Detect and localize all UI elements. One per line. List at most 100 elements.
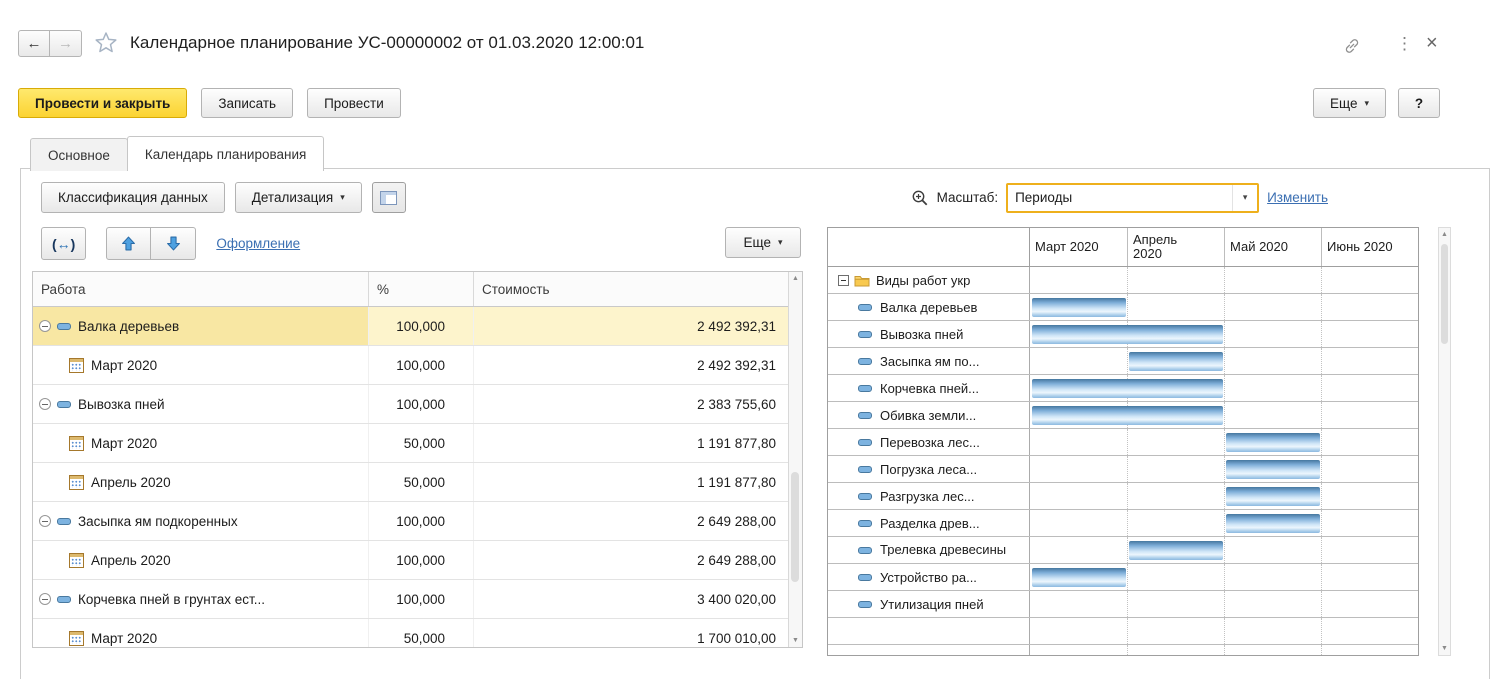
collapse-icon[interactable]: [39, 398, 51, 410]
task-icon: [858, 385, 872, 392]
work-cell: Март 2020: [33, 346, 369, 384]
table-row[interactable]: Апрель 202050,0001 191 877,80: [33, 463, 802, 502]
gantt-row[interactable]: Трелевка древесины: [828, 537, 1418, 564]
gantt-scrollbar[interactable]: ▲ ▼: [1438, 227, 1451, 656]
calendar-icon: [69, 631, 84, 646]
task-icon: [858, 439, 872, 446]
gantt-bar[interactable]: [1032, 568, 1126, 587]
gantt-row[interactable]: Обивка земли...: [828, 402, 1418, 429]
collapse-icon[interactable]: [39, 320, 51, 332]
gantt-grid-line: [1127, 645, 1128, 656]
cost-cell: 2 492 392,31: [474, 346, 802, 384]
gantt-bar[interactable]: [1032, 379, 1223, 398]
grid-more-button[interactable]: Еще▾: [725, 227, 801, 258]
help-button[interactable]: ?: [1398, 88, 1440, 118]
zoom-in-icon[interactable]: [911, 189, 929, 207]
gantt-row-group[interactable]: Виды работ укр: [828, 267, 1418, 294]
post-button[interactable]: Провести: [307, 88, 401, 118]
gantt-task-label: Трелевка древесины: [828, 537, 1030, 563]
gantt-grid-line: [1224, 564, 1225, 590]
table-row[interactable]: Март 202050,0001 191 877,80: [33, 424, 802, 463]
data-classification-button[interactable]: Классификация данных: [41, 182, 225, 213]
close-icon[interactable]: ×: [1426, 32, 1438, 55]
layout-toggle-button[interactable]: [372, 182, 406, 213]
gantt-row[interactable]: Разгрузка лес...: [828, 483, 1418, 510]
detailing-button[interactable]: Детализация▾: [235, 182, 362, 213]
table-row[interactable]: Засыпка ям подкоренных100,0002 649 288,0…: [33, 502, 802, 541]
task-icon: [57, 401, 71, 408]
change-link[interactable]: Изменить: [1267, 190, 1328, 205]
table-row[interactable]: Корчевка пней в грунтах ест...100,0003 4…: [33, 580, 802, 619]
gantt-row[interactable]: Погрузка леса...: [828, 456, 1418, 483]
back-button[interactable]: ←: [18, 30, 50, 57]
gantt-row[interactable]: Перевозка лес...: [828, 429, 1418, 456]
more-button[interactable]: Еще▾: [1313, 88, 1386, 118]
work-table-scrollbar[interactable]: ▲ ▼: [788, 272, 802, 647]
gantt-bar[interactable]: [1032, 298, 1126, 317]
gantt-body: Виды работ укрВалка деревьевВывозка пней…: [828, 267, 1418, 656]
table-row[interactable]: Валка деревьев100,0002 492 392,31: [33, 307, 802, 346]
gantt-task-label: Разгрузка лес...: [828, 483, 1030, 509]
gantt-bar[interactable]: [1032, 325, 1223, 344]
table-row[interactable]: Вывозка пней100,0002 383 755,60: [33, 385, 802, 424]
tab-calendar-planning[interactable]: Календарь планирования: [127, 136, 324, 171]
gantt-bar[interactable]: [1129, 541, 1223, 560]
table-row[interactable]: Март 2020100,0002 492 392,31: [33, 346, 802, 385]
gantt-bar[interactable]: [1226, 487, 1320, 506]
gantt-row[interactable]: Утилизация пней: [828, 591, 1418, 618]
tab-main[interactable]: Основное: [30, 138, 128, 171]
gantt-task-label: Перевозка лес...: [828, 429, 1030, 455]
combo-dropdown-button[interactable]: ▾: [1232, 185, 1257, 211]
scrollbar-thumb[interactable]: [791, 472, 799, 582]
calendar-icon: [69, 475, 84, 490]
gantt-task-label: Корчевка пней...: [828, 375, 1030, 401]
gantt-bar[interactable]: [1129, 352, 1223, 371]
gantt-bar[interactable]: [1226, 433, 1320, 452]
table-row[interactable]: Апрель 2020100,0002 649 288,00: [33, 541, 802, 580]
gantt-row[interactable]: Разделка древ...: [828, 510, 1418, 537]
scroll-up-icon[interactable]: ▲: [1439, 231, 1450, 238]
gantt-row[interactable]: Устройство ра...: [828, 564, 1418, 591]
scroll-down-icon[interactable]: ▼: [789, 637, 802, 644]
gantt-grid-line: [1321, 564, 1322, 590]
move-up-button[interactable]: [106, 227, 151, 260]
scrollbar-thumb[interactable]: [1441, 244, 1448, 344]
gantt-bar[interactable]: [1226, 514, 1320, 533]
gantt-row[interactable]: Валка деревьев: [828, 294, 1418, 321]
gantt-grid-line: [1321, 375, 1322, 401]
gantt-row[interactable]: Вывозка пней: [828, 321, 1418, 348]
intervals-button[interactable]: (↔): [41, 227, 86, 260]
forward-button[interactable]: →: [50, 30, 82, 57]
column-header-work[interactable]: Работа: [33, 272, 369, 306]
gantt-grid-line: [1321, 429, 1322, 455]
work-cell: Апрель 2020: [33, 541, 369, 579]
collapse-icon[interactable]: [39, 515, 51, 527]
move-down-button[interactable]: [151, 227, 196, 260]
work-cell: Валка деревьев: [33, 307, 369, 345]
gantt-empty-row: [828, 618, 1418, 645]
gantt-grid-line: [1127, 294, 1128, 320]
post-and-close-button[interactable]: Провести и закрыть: [18, 88, 187, 118]
favorite-star-icon[interactable]: [94, 31, 118, 54]
column-header-cost[interactable]: Стоимость: [474, 272, 802, 306]
gantt-group-label: Виды работ укр: [828, 267, 1030, 293]
gantt-grid-line: [1127, 348, 1128, 374]
formatting-link[interactable]: Оформление: [216, 236, 300, 251]
gantt-task-label: [828, 645, 1030, 656]
gantt-bar[interactable]: [1032, 406, 1223, 425]
write-button[interactable]: Записать: [201, 88, 293, 118]
more-menu-icon[interactable]: ⋮: [1396, 34, 1413, 54]
task-icon: [858, 304, 872, 311]
collapse-icon[interactable]: [838, 275, 849, 286]
scale-select[interactable]: Периоды ▾: [1006, 183, 1259, 213]
column-header-percent[interactable]: %: [369, 272, 474, 306]
gantt-row[interactable]: Корчевка пней...: [828, 375, 1418, 402]
scroll-down-icon[interactable]: ▼: [1439, 645, 1450, 652]
gantt-bar[interactable]: [1226, 460, 1320, 479]
gantt-row[interactable]: Засыпка ям по...: [828, 348, 1418, 375]
collapse-icon[interactable]: [39, 593, 51, 605]
percent-cell: 100,000: [369, 307, 474, 345]
get-link-icon[interactable]: [1342, 36, 1362, 56]
scroll-up-icon[interactable]: ▲: [789, 275, 802, 282]
table-row[interactable]: Март 202050,0001 700 010,00: [33, 619, 802, 648]
